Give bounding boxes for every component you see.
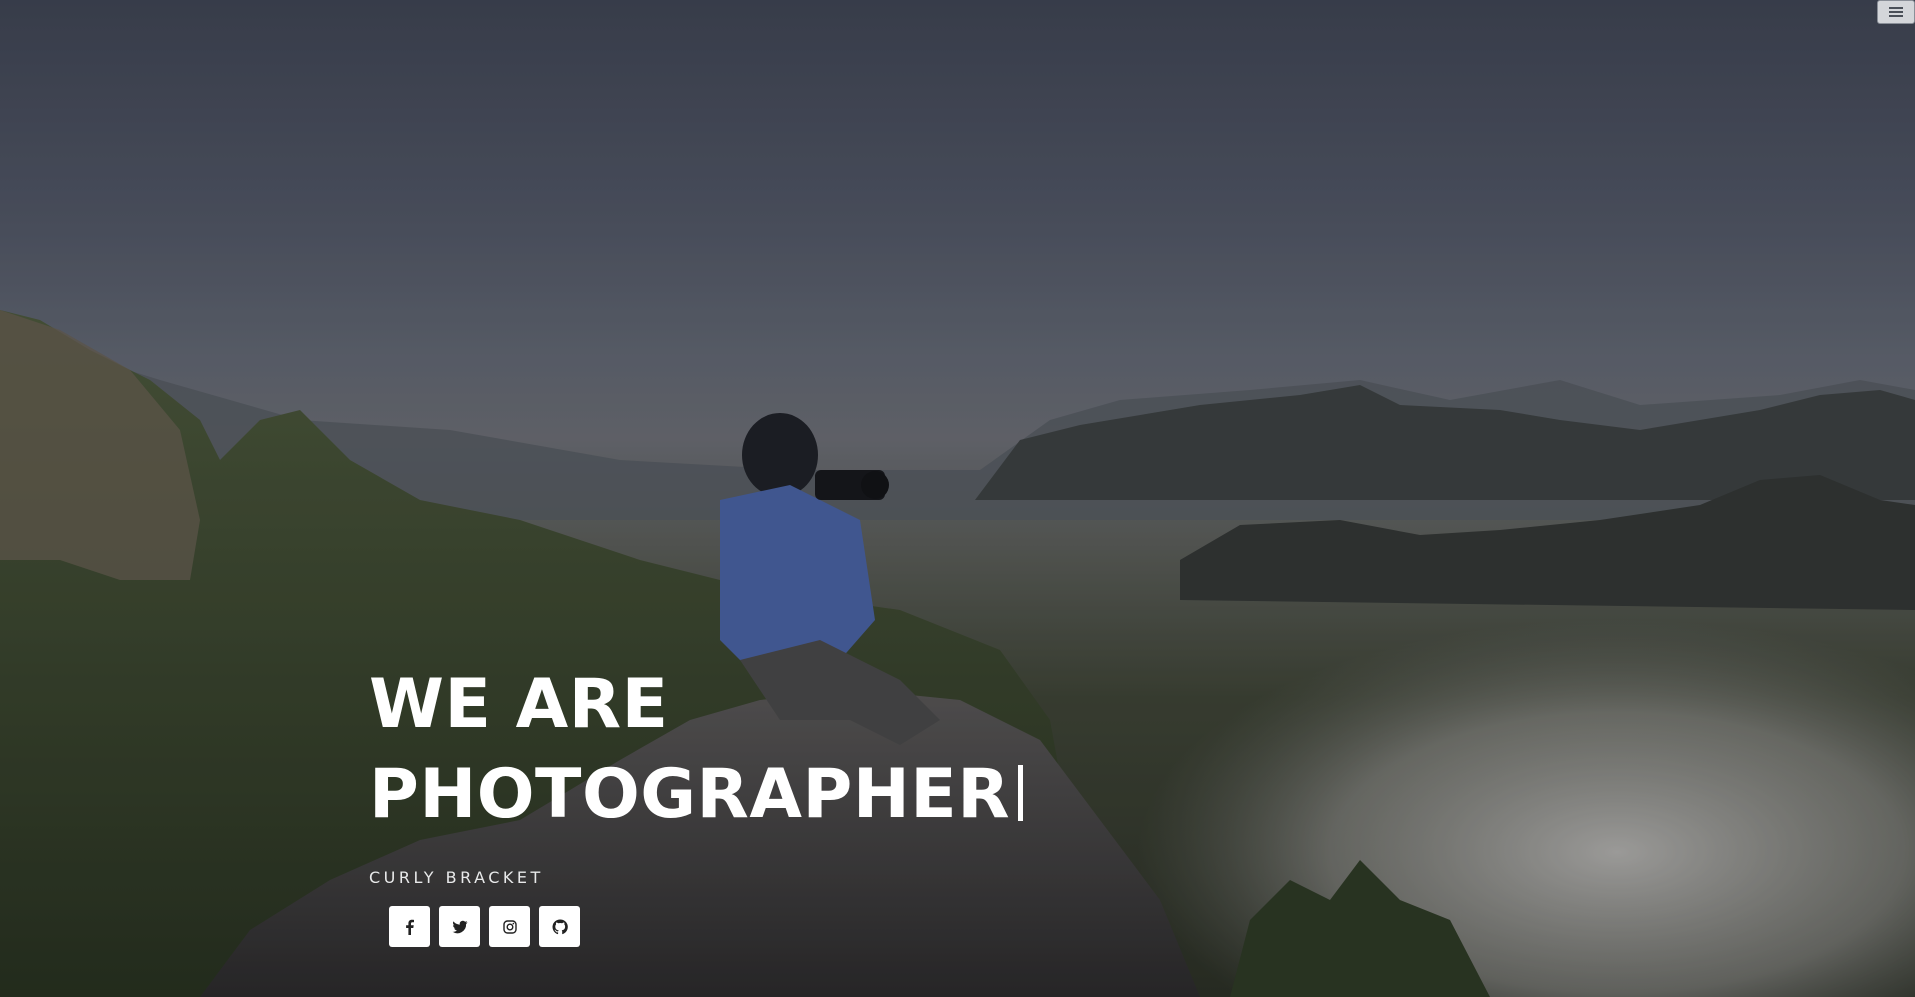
facebook-button[interactable] (389, 906, 430, 947)
hero-subtitle: CURLY BRACKET (369, 868, 544, 887)
headline-typed-text: PHOTOGRAPHER (369, 755, 1011, 834)
menu-toggle-button[interactable] (1877, 0, 1915, 24)
github-icon (552, 918, 568, 934)
typing-cursor (1018, 765, 1024, 821)
hero-headline: WE ARE PHOTOGRAPHER (369, 660, 1024, 840)
facebook-icon (405, 919, 414, 935)
instagram-icon (502, 919, 517, 934)
social-links (389, 906, 580, 947)
hamburger-icon (1889, 7, 1903, 17)
headline-line-2: PHOTOGRAPHER (369, 750, 1024, 840)
hero-section: WE ARE PHOTOGRAPHER CURLY BRACKET (0, 0, 1915, 997)
headline-line-1: WE ARE (369, 665, 669, 744)
twitter-button[interactable] (439, 906, 480, 947)
hero-content: WE ARE PHOTOGRAPHER CURLY BRACKET (369, 660, 1024, 887)
instagram-button[interactable] (489, 906, 530, 947)
github-button[interactable] (539, 906, 580, 947)
twitter-icon (452, 920, 467, 933)
